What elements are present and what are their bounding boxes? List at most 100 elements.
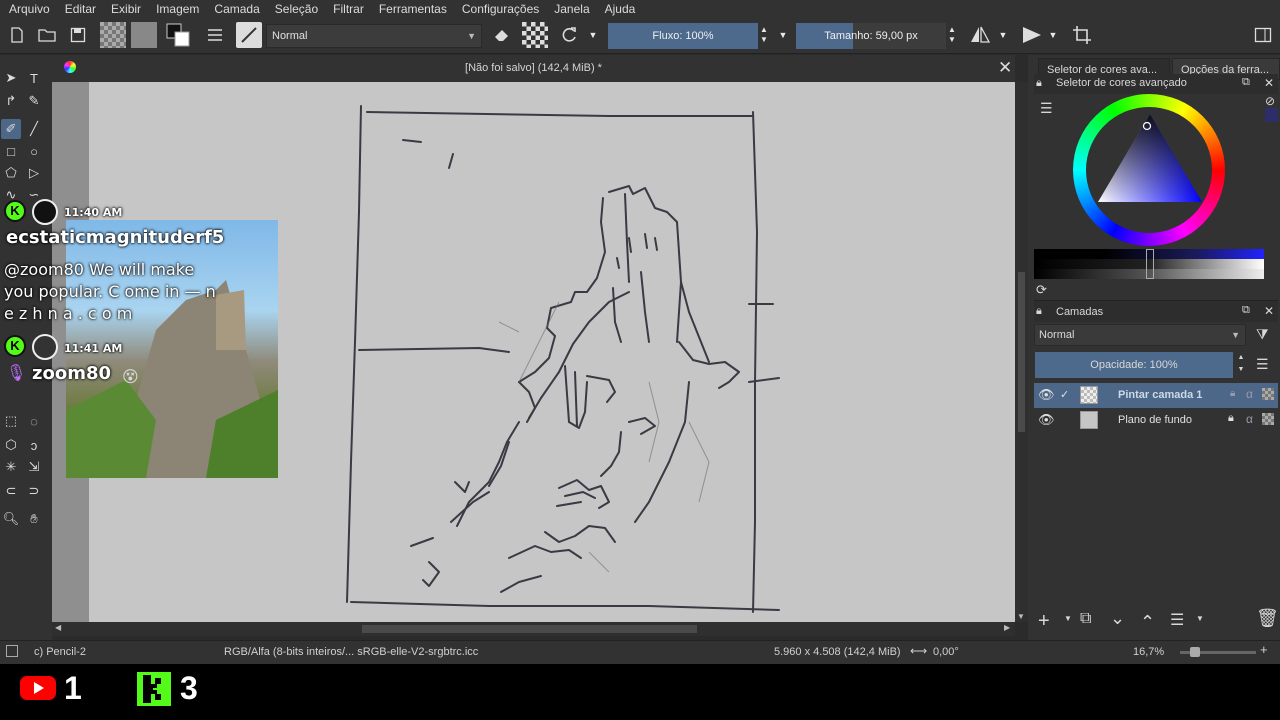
crop-icon[interactable] — [1069, 22, 1095, 48]
ellipse-tool-icon[interactable]: ○ — [24, 141, 44, 161]
flow-slider[interactable]: Fluxo: 100% — [608, 23, 758, 49]
delete-layer-icon[interactable]: 🗑︎ — [1256, 608, 1279, 629]
lock-icon[interactable]: 🔒︎ — [1230, 388, 1235, 399]
lock-icon[interactable]: 🔒︎ — [1036, 77, 1042, 90]
close-panel-icon[interactable]: ✕ — [1264, 304, 1274, 318]
mirror-horizontal-icon[interactable] — [967, 22, 993, 48]
chevron-down-icon[interactable]: ▼ — [996, 22, 1010, 48]
menu-exibir[interactable]: Exibir — [102, 0, 147, 18]
eraser-icon[interactable] — [489, 22, 515, 48]
avatar — [32, 334, 58, 360]
polyline-tool-icon[interactable]: ▷ — [24, 163, 44, 183]
pattern-preset-icon[interactable] — [131, 22, 157, 48]
menu-janela[interactable]: Janela — [545, 0, 595, 18]
alpha-lock-icon[interactable]: α — [1246, 387, 1253, 401]
close-panel-icon[interactable]: ✕ — [1264, 76, 1274, 90]
horizontal-scrollbar[interactable]: ◀ ▶ — [52, 622, 1015, 636]
layer-row-paint-1[interactable]: 👁︎ ✓ Pintar camada 1 🔒︎ α — [1034, 383, 1278, 408]
visibility-eye-icon[interactable]: 👁︎ — [1038, 387, 1055, 403]
size-spinner[interactable]: ▲ ▼ — [946, 22, 958, 48]
refresh-color-icon[interactable]: ⟳ — [1036, 282, 1047, 298]
line-tool-icon[interactable]: ╱ — [24, 119, 44, 139]
scroll-down-arrow-icon[interactable]: ▼ — [1017, 612, 1025, 621]
move-layer-up-icon[interactable]: ⌃ — [1140, 612, 1155, 633]
menu-editar[interactable]: Editar — [56, 0, 102, 18]
new-document-icon[interactable] — [4, 22, 30, 48]
text-tool-icon[interactable]: T — [24, 68, 44, 88]
menu-filtrar[interactable]: Filtrar — [324, 0, 370, 18]
no-color-icon[interactable]: ⊘ — [1265, 94, 1275, 108]
save-icon[interactable] — [65, 22, 91, 48]
preserve-alpha-icon[interactable] — [522, 22, 548, 48]
float-panel-icon[interactable]: ⧉ — [1242, 76, 1250, 89]
alpha-lock-icon[interactable]: α — [1246, 412, 1253, 426]
freehand-brush-icon[interactable]: ✐ — [1, 119, 21, 139]
opacity-spinner[interactable]: ▲ ▼ — [1236, 352, 1246, 376]
vertical-scrollbar[interactable]: ▼ — [1015, 82, 1028, 622]
layer-blend-mode-select[interactable]: Normal ▼ — [1034, 324, 1246, 346]
chevron-down-icon[interactable]: ▼ — [1064, 614, 1072, 623]
duplicate-layer-icon[interactable]: ⧉ — [1080, 610, 1091, 628]
zoom-in-icon[interactable]: + — [1260, 642, 1268, 657]
menu-ferramentas[interactable]: Ferramentas — [370, 0, 453, 18]
flow-spinner[interactable]: ▲ ▼ — [758, 22, 770, 48]
menu-selecao[interactable]: Seleção — [266, 0, 324, 18]
select-shapes-icon[interactable]: ➤ — [1, 68, 21, 88]
vertical-scroll-thumb[interactable] — [1018, 272, 1025, 432]
chevron-down-icon[interactable]: ▼ — [1196, 614, 1204, 623]
blend-mode-select[interactable]: Normal ▼ — [266, 24, 482, 48]
inherit-alpha-icon[interactable] — [1262, 388, 1274, 400]
scroll-left-arrow-icon[interactable]: ◀ — [55, 623, 61, 632]
float-panel-icon[interactable]: ⧉ — [1242, 304, 1250, 317]
saturation-value-triangle[interactable] — [1096, 112, 1204, 204]
visibility-eye-icon[interactable]: 👁︎ — [1038, 412, 1055, 428]
close-document-icon[interactable]: ✕ — [998, 58, 1012, 78]
brush-preset-icon[interactable] — [236, 22, 262, 48]
lock-icon[interactable]: 🔒︎ — [1228, 412, 1234, 425]
menu-arquivo[interactable]: Arquivo — [0, 0, 56, 18]
filter-icon[interactable]: ⧩ — [1256, 326, 1269, 343]
gradient-preset-icon[interactable] — [100, 22, 126, 48]
open-folder-icon[interactable] — [34, 22, 60, 48]
last-color-swatch[interactable] — [1265, 108, 1278, 122]
chevron-down-icon[interactable]: ▼ — [776, 22, 790, 48]
size-slider[interactable]: Tamanho: 59,00 px — [796, 23, 946, 49]
panel-layout-icon[interactable] — [1250, 22, 1276, 48]
layer-opacity-slider[interactable]: Opacidade: 100% — [1035, 352, 1233, 378]
edit-shapes-icon[interactable]: ↱ — [1, 91, 21, 111]
inherit-alpha-icon[interactable] — [1262, 413, 1274, 425]
polygon-tool-icon[interactable]: ⬠ — [1, 163, 21, 183]
layer-thumbnail — [1080, 411, 1098, 429]
lock-icon[interactable]: 🔒︎ — [1036, 305, 1042, 318]
layer-row-background[interactable]: 👁︎ Plano de fundo 🔒︎ α — [1034, 408, 1278, 433]
chevron-down-icon[interactable]: ▼ — [586, 22, 600, 48]
chevron-down-icon[interactable]: ▼ — [1046, 22, 1060, 48]
brush-settings-icon[interactable] — [202, 22, 228, 48]
checkmark-icon[interactable]: ✓ — [1060, 388, 1069, 401]
zoom-tool-icon[interactable]: 🔍︎ — [1, 509, 21, 529]
zoom-slider-handle[interactable] — [1190, 647, 1200, 657]
horizontal-scroll-thumb[interactable] — [362, 625, 697, 633]
menu-camada[interactable]: Camada — [205, 0, 265, 18]
zoom-slider[interactable] — [1180, 647, 1256, 657]
layer-properties-icon[interactable]: ☰ — [1170, 610, 1184, 630]
reload-icon[interactable] — [556, 22, 582, 48]
move-layer-down-icon[interactable]: ⌄ — [1110, 608, 1125, 629]
layers-menu-icon[interactable]: ☰ — [1256, 356, 1269, 373]
menu-bar: Arquivo Editar Exibir Imagem Camada Sele… — [0, 0, 1280, 18]
fg-bg-color-icon[interactable] — [165, 22, 191, 48]
add-layer-icon[interactable]: + — [1038, 610, 1050, 633]
scroll-right-arrow-icon[interactable]: ▶ — [1004, 623, 1010, 632]
status-bar: c) Pencil-2 RGB/Alfa (8-bits inteiros/..… — [0, 640, 1280, 664]
document-tab[interactable]: [Não foi salvo] (142,4 MiB) * ✕ — [52, 55, 1015, 82]
selection-mode-icon[interactable] — [6, 645, 18, 657]
menu-ajuda[interactable]: Ajuda — [596, 0, 642, 18]
calligraphy-icon[interactable]: ✎ — [24, 91, 44, 111]
value-slider-bars[interactable] — [1034, 249, 1264, 279]
mirror-vertical-icon[interactable] — [1019, 22, 1045, 48]
pan-tool-icon[interactable]: ✋︎ — [24, 509, 44, 529]
color-selector-menu-icon[interactable]: ☰ — [1040, 100, 1053, 117]
rectangle-tool-icon[interactable]: □ — [1, 141, 21, 161]
menu-imagem[interactable]: Imagem — [147, 0, 205, 18]
menu-configuracoes[interactable]: Configurações — [453, 0, 545, 18]
